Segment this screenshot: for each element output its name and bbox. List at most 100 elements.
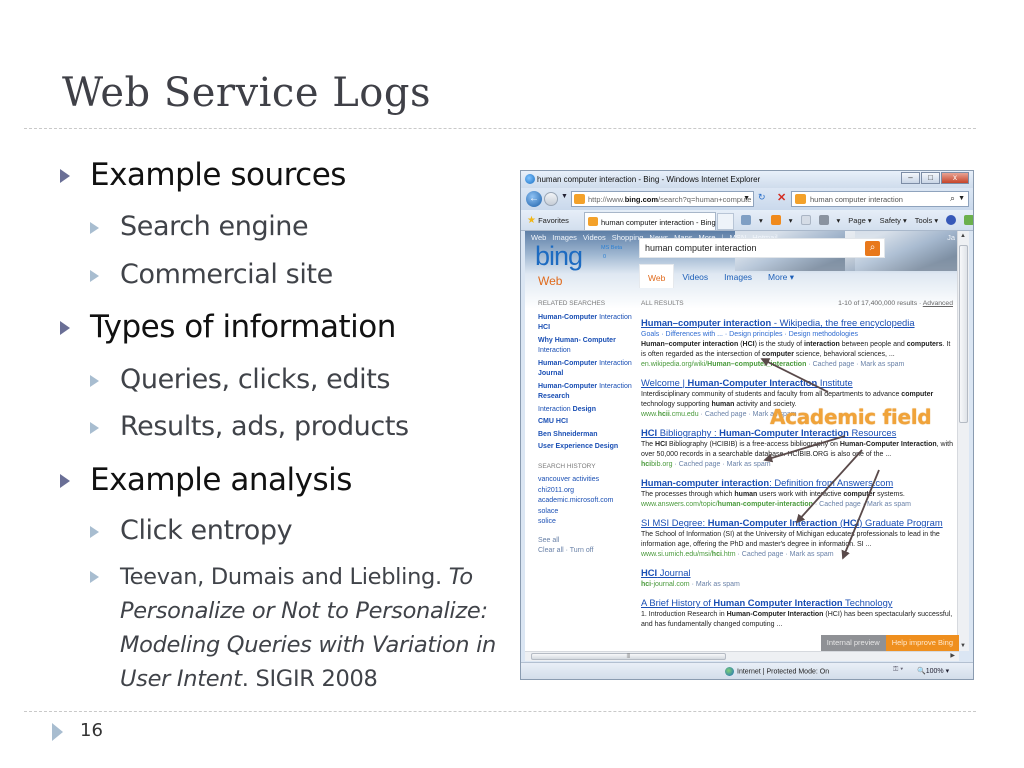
scroll-down-icon[interactable]: ▼	[960, 643, 966, 649]
print-icon[interactable]	[818, 215, 829, 225]
bullet-item: Example sources	[60, 157, 346, 193]
browser-tab[interactable]: human computer interaction - Bing	[584, 212, 716, 230]
related-search-link[interactable]: Human-Computer Interaction Journal	[538, 359, 634, 380]
history-link[interactable]: solice	[538, 517, 634, 528]
result-url: www.si.umich.edu/msi/hci.htm	[641, 551, 736, 558]
bullet-item: Types of information	[60, 309, 396, 345]
address-bar[interactable]: http://www.bing.com/search?q=human+compu…	[571, 191, 754, 207]
search-icon[interactable]: ⌕	[865, 241, 880, 256]
bullet-arrow-icon	[90, 270, 99, 282]
tab-web[interactable]: Web	[639, 264, 675, 288]
related-search-link[interactable]: Human-Computer Interaction Research	[538, 382, 634, 403]
bullet-arrow-icon	[90, 375, 99, 387]
result-cache-links[interactable]: · Cached page · Mark as spam	[673, 461, 770, 468]
browser-search-box[interactable]: human computer interaction ⌕ ▼	[791, 191, 969, 207]
results-list: Human–computer interaction - Wikipedia, …	[641, 317, 953, 630]
history-dropdown-icon[interactable]: ▼	[561, 193, 568, 200]
stop-icon[interactable]: ✕	[777, 191, 786, 204]
result-url: en.wikipedia.org/wiki/Human–computer_int…	[641, 361, 807, 368]
results-column: ALL RESULTS 1-10 of 17,400,000 results ·…	[641, 299, 953, 637]
related-search-link[interactable]: Ben Shneiderman	[538, 430, 634, 441]
result-title-link[interactable]: Welcome | Human-Computer Interaction Ins…	[641, 377, 953, 389]
related-search-link[interactable]: Interaction Design	[538, 405, 634, 416]
internal-preview-label: Internal preview	[820, 635, 886, 651]
protected-mode-icon[interactable]: ⚿ ▾	[893, 666, 903, 674]
search-icon[interactable]: ⌕	[950, 193, 955, 204]
scrollbar-thumb[interactable]	[959, 245, 968, 423]
scrollbar-thumb[interactable]: |||	[531, 653, 726, 660]
search-result: Human-computer interaction: Definition f…	[641, 477, 953, 510]
tools-menu[interactable]: Tools ▾	[915, 216, 938, 225]
citation-venue: . SIGIR 2008	[241, 666, 378, 692]
history-link[interactable]: academic.microsoft.com	[538, 496, 634, 507]
result-title-link[interactable]: Human–computer interaction - Wikipedia, …	[641, 317, 953, 329]
result-snippet: The School of Information (SI) at the Un…	[641, 531, 940, 548]
history-link[interactable]: solace	[538, 507, 634, 518]
bing-logo[interactable]: bing	[535, 241, 583, 272]
advanced-link[interactable]: Advanced	[923, 300, 953, 307]
related-search-link[interactable]: Why Human- Computer Interaction	[538, 336, 634, 357]
result-cache-links[interactable]: · Cached page · Mark as spam	[736, 551, 833, 558]
vertical-scrollbar[interactable]: ▲ ▼	[957, 231, 969, 651]
bullet-arrow-icon	[60, 474, 70, 488]
bing-search-input[interactable]: human computer interaction ⌕	[639, 238, 885, 258]
result-title-link[interactable]: A Brief History of Human Computer Intera…	[641, 597, 953, 609]
new-tab-button[interactable]	[717, 213, 734, 230]
result-title-link[interactable]: Human-computer interaction: Definition f…	[641, 477, 953, 489]
scroll-up-icon[interactable]: ▲	[960, 233, 966, 239]
page-menu[interactable]: Page ▾	[848, 216, 871, 225]
bullet-arrow-icon	[90, 571, 99, 583]
tab-videos[interactable]: Videos	[674, 264, 716, 288]
footer-divider	[24, 711, 976, 712]
related-search-link[interactable]: User Experience Design	[538, 442, 634, 453]
result-title-link[interactable]: HCI Journal	[641, 567, 953, 579]
result-cache-links[interactable]: · Cached page · Mark as spam	[806, 361, 904, 368]
horizontal-scrollbar[interactable]: ||| ▶	[525, 651, 959, 661]
result-cache-links[interactable]: · Cached page · Mark as spam	[813, 501, 911, 508]
window-titlebar: human computer interaction - Bing - Wind…	[521, 171, 973, 188]
bullet-arrow-icon	[90, 222, 99, 234]
scroll-right-icon[interactable]: ▶	[950, 652, 955, 659]
mail-icon[interactable]	[800, 215, 811, 225]
safety-menu[interactable]: Safety ▾	[880, 216, 907, 225]
history-link[interactable]: vancouver activities	[538, 475, 634, 486]
refresh-icon[interactable]: ↻	[758, 192, 766, 203]
research-icon[interactable]	[964, 215, 973, 225]
feeds-icon[interactable]	[770, 215, 781, 225]
home-icon[interactable]	[741, 215, 751, 225]
nav-account[interactable]: Ja	[947, 233, 955, 242]
result-url: www.answers.com/topic/human-computer-int…	[641, 501, 813, 508]
forward-button[interactable]	[544, 192, 558, 206]
maximize-button[interactable]: □	[921, 172, 940, 184]
nav-videos[interactable]: Videos	[583, 233, 606, 242]
search-history-header: SEARCH HISTORY	[538, 462, 596, 470]
result-cache-links[interactable]: · Mark as spam	[690, 581, 740, 588]
window-controls: – □ x	[900, 172, 969, 184]
history-link[interactable]: chi2011.org	[538, 486, 634, 497]
bullet-arrow-icon	[60, 169, 70, 183]
sidebar: RELATED SEARCHES Human-Computer Interact…	[538, 299, 634, 557]
related-search-link[interactable]: CMU HCI	[538, 417, 634, 428]
address-dropdown-icon[interactable]: ▼	[743, 195, 750, 202]
see-all-link[interactable]: See all	[538, 536, 634, 547]
clear-turnoff-links[interactable]: Clear all · Turn off	[538, 546, 634, 557]
help-icon[interactable]	[946, 215, 957, 225]
result-url: hcibib.org	[641, 461, 673, 468]
bullet-arrow-icon	[60, 321, 70, 335]
result-deep-links[interactable]: Goals · Differences with ... · Design pr…	[641, 330, 953, 340]
command-bar: ★ Favorites human computer interaction -…	[521, 210, 973, 231]
close-button[interactable]: x	[941, 172, 969, 184]
result-title-link[interactable]: SI MSI Degree: Human-Computer Interactio…	[641, 517, 953, 529]
favorites-button[interactable]: ★ Favorites	[527, 215, 569, 226]
search-dropdown-icon[interactable]: ▼	[958, 195, 965, 202]
security-zone: Internet | Protected Mode: On	[737, 668, 830, 676]
tab-images[interactable]: Images	[716, 264, 760, 288]
minimize-button[interactable]: –	[901, 172, 920, 184]
beta-label: MS Beta	[601, 245, 623, 251]
related-search-link[interactable]: Human-Computer Interaction HCI	[538, 313, 634, 334]
zoom-level[interactable]: 🔍100% ▾	[917, 667, 949, 675]
help-improve-button[interactable]: Help improve Bing	[885, 635, 959, 651]
citation-bullet: Teevan, Dumais and Liebling. To Personal…	[90, 560, 510, 696]
tab-more[interactable]: More ▾	[760, 264, 802, 288]
back-button[interactable]: ←	[526, 191, 542, 207]
